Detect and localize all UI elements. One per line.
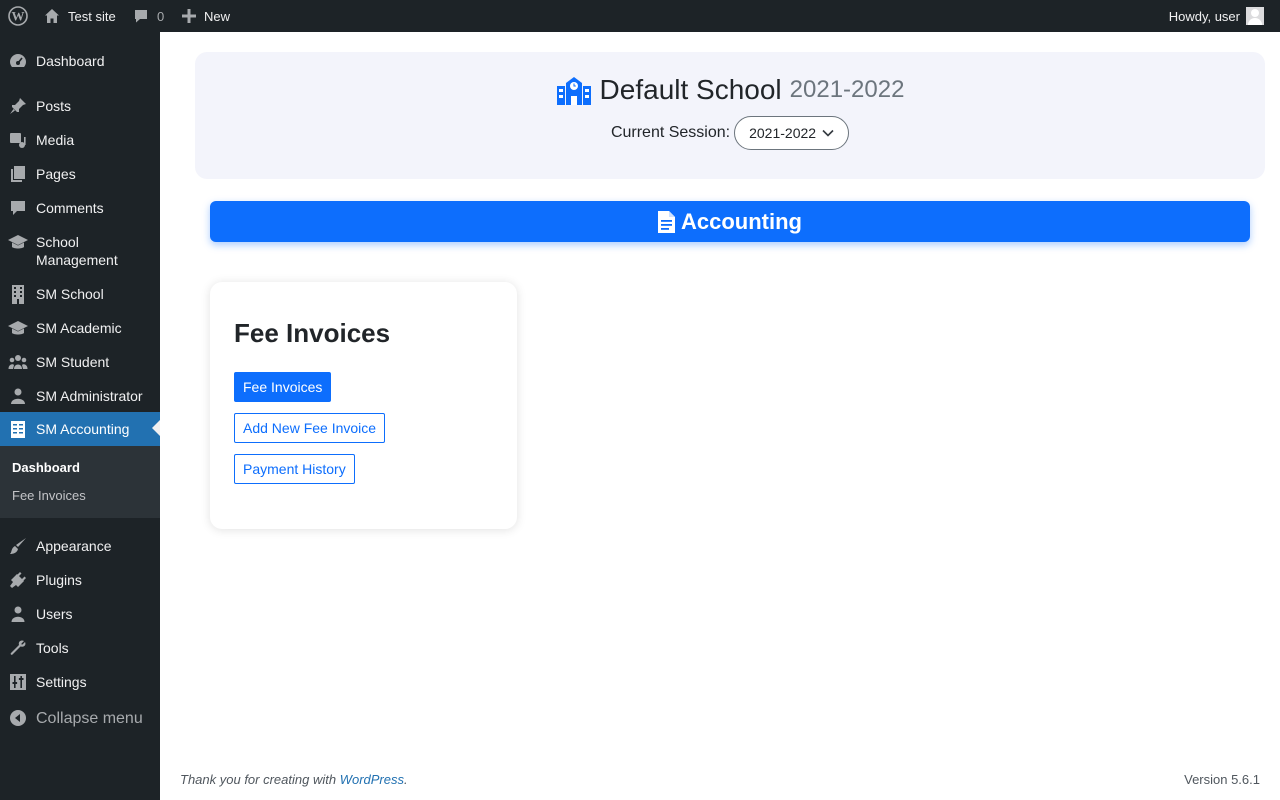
menu-sm-accounting-label: SM Accounting — [36, 421, 130, 437]
menu-appearance[interactable]: Appearance — [0, 537, 160, 555]
svg-text:W: W — [12, 9, 25, 24]
menu-appearance-label: Appearance — [36, 538, 112, 554]
payment-history-button[interactable]: Payment History — [234, 454, 355, 484]
dashboard-icon — [8, 51, 28, 71]
chevron-down-icon — [822, 129, 834, 137]
accounting-submenu: Dashboard Fee Invoices — [0, 446, 160, 518]
sliders-icon — [8, 672, 28, 692]
menu-posts[interactable]: Posts — [0, 97, 160, 115]
footer-thanks: Thank you for creating with WordPress. — [180, 772, 408, 787]
menu-media-label: Media — [36, 132, 75, 148]
menu-pages-label: Pages — [36, 166, 76, 182]
wordpress-logo-icon: W — [8, 6, 28, 26]
plus-icon — [182, 9, 196, 23]
howdy-text: Howdy, user — [1168, 8, 1240, 24]
admin-bar: W Test site 0 New Howdy, user — [0, 0, 1280, 32]
menu-sm-accounting[interactable]: SM Accounting — [0, 412, 160, 446]
menu-sm-student[interactable]: SM Student — [0, 353, 160, 371]
menu-settings-label: Settings — [36, 674, 87, 690]
menu-media[interactable]: Media — [0, 131, 160, 149]
menu-posts-label: Posts — [36, 98, 72, 114]
menu-comments-label: Comments — [36, 200, 104, 216]
new-label: New — [204, 8, 231, 24]
add-new-fee-invoice-button[interactable]: Add New Fee Invoice — [234, 413, 386, 443]
site-name: Test site — [68, 8, 116, 24]
pin-icon — [8, 96, 28, 116]
building-icon — [8, 284, 28, 304]
session-label: Current Session: — [610, 124, 731, 141]
menu-sm-administrator[interactable]: SM Administrator — [0, 387, 160, 405]
session-value: 2021-2022 — [749, 125, 817, 141]
session-row: Current Session: 2021-2022 — [195, 116, 1265, 150]
menu-sm-school-label: SM School — [36, 286, 104, 302]
school-name: Default School — [599, 74, 782, 105]
site-name-link[interactable]: Test site — [44, 0, 116, 32]
session-select[interactable]: 2021-2022 — [734, 116, 850, 150]
menu-tools-label: Tools — [36, 640, 69, 656]
footer-thanks-prefix: Thank you for creating with — [180, 772, 337, 787]
home-icon — [45, 9, 59, 23]
submenu-fee-invoices[interactable]: Fee Invoices — [12, 488, 86, 503]
new-content-link[interactable]: New — [182, 0, 230, 32]
pages-icon — [8, 164, 28, 184]
wordpress-logo-button[interactable]: W — [6, 0, 30, 32]
menu-dashboard-label: Dashboard — [36, 53, 105, 69]
menu-school-management-label: School Management — [36, 234, 118, 268]
school-header: Default School 2021-2022 Current Session… — [195, 52, 1265, 179]
wrench-icon — [8, 638, 28, 658]
menu-plugins[interactable]: Plugins — [0, 571, 160, 589]
collapse-arrow-icon — [8, 708, 28, 728]
menu-sm-administrator-label: SM Administrator — [36, 388, 143, 404]
brush-icon — [8, 536, 28, 556]
menu-sm-student-label: SM Student — [36, 354, 110, 370]
accounting-banner: Accounting — [210, 201, 1250, 242]
admin-sidebar: Dashboard Posts Media Pages Comments Sch… — [0, 32, 160, 800]
fee-invoices-button[interactable]: Fee Invoices — [234, 372, 332, 402]
menu-comments[interactable]: Comments — [0, 199, 160, 217]
mortarboard-icon — [8, 318, 28, 338]
school-year: 2021-2022 — [789, 76, 905, 103]
plug-icon — [8, 570, 28, 590]
accounting-title: Accounting — [681, 208, 802, 234]
media-icon — [8, 130, 28, 150]
spreadsheet-icon — [8, 419, 28, 439]
school-icon — [556, 75, 592, 105]
user-account-menu[interactable]: Howdy, user — [1169, 0, 1264, 32]
collapse-menu-button[interactable]: Collapse menu — [0, 704, 160, 732]
menu-users[interactable]: Users — [0, 605, 160, 623]
menu-tools[interactable]: Tools — [0, 639, 160, 657]
menu-school-management[interactable]: School Management — [0, 233, 160, 269]
menu-pages[interactable]: Pages — [0, 165, 160, 183]
avatar — [1246, 7, 1264, 25]
menu-plugins-label: Plugins — [36, 572, 82, 588]
menu-users-label: Users — [36, 606, 73, 622]
submenu-dashboard[interactable]: Dashboard — [12, 460, 80, 475]
menu-sm-school[interactable]: SM School — [0, 284, 160, 304]
comment-icon — [8, 198, 28, 218]
invoice-document-icon — [658, 210, 675, 233]
school-title: Default School 2021-2022 — [195, 74, 1265, 106]
comments-count: 0 — [157, 8, 165, 24]
groups-icon — [8, 352, 28, 372]
fee-invoices-card: Fee Invoices Fee Invoices Add New Fee In… — [210, 282, 517, 529]
wordpress-link[interactable]: WordPress — [340, 772, 404, 787]
businessman-icon — [8, 386, 28, 406]
menu-sm-academic-label: SM Academic — [36, 320, 122, 336]
menu-sm-academic[interactable]: SM Academic — [0, 319, 160, 337]
user-icon — [8, 604, 28, 624]
footer-thanks-suffix: . — [404, 772, 408, 787]
mortarboard-icon — [8, 232, 28, 252]
comment-icon — [135, 10, 147, 23]
card-title: Fee Invoices — [234, 318, 391, 348]
menu-dashboard[interactable]: Dashboard — [0, 52, 160, 70]
collapse-menu-label: Collapse menu — [36, 710, 143, 727]
menu-settings[interactable]: Settings — [0, 673, 160, 691]
footer-version: Version 5.6.1 — [1184, 772, 1260, 787]
comments-link[interactable]: 0 — [133, 0, 164, 32]
